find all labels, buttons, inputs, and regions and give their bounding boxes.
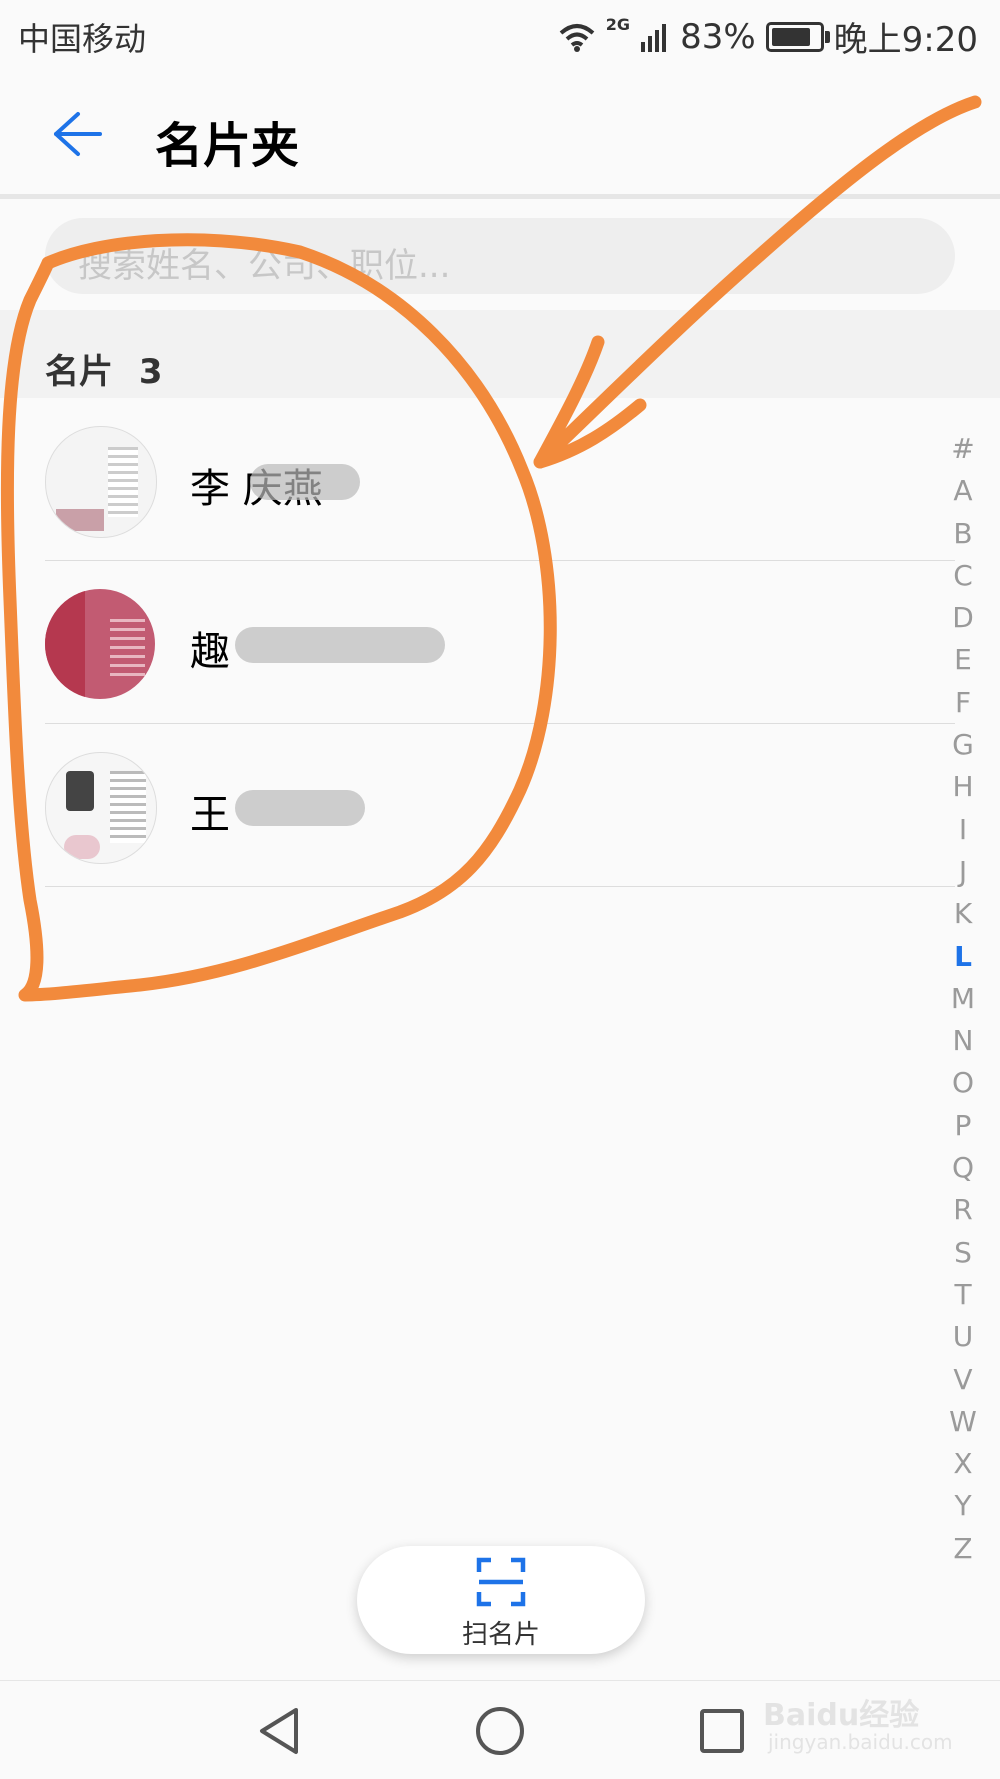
index-letter[interactable]: N: [940, 1020, 986, 1062]
nav-home-icon[interactable]: [474, 1705, 526, 1757]
index-letter[interactable]: P: [940, 1105, 986, 1147]
contact-row[interactable]: 趣: [45, 561, 955, 724]
contact-avatar: [45, 426, 157, 538]
contact-row[interactable]: 李 庆燕: [45, 398, 955, 561]
watermark-url: jingyan.baidu.com: [768, 1730, 953, 1754]
index-letter[interactable]: R: [940, 1189, 986, 1231]
index-letter[interactable]: G: [940, 724, 986, 766]
index-letter[interactable]: O: [940, 1062, 986, 1104]
index-letter[interactable]: T: [940, 1274, 986, 1316]
contact-avatar: [45, 589, 155, 699]
redaction-blur: [235, 790, 365, 826]
index-letter[interactable]: V: [940, 1359, 986, 1401]
contact-name: 王: [190, 792, 230, 838]
scan-frame-icon: [476, 1557, 526, 1607]
battery-icon: [765, 21, 830, 52]
section-count: 3: [138, 352, 163, 392]
scan-card-button[interactable]: 扫名片: [357, 1546, 645, 1654]
wifi-icon: [559, 23, 595, 52]
carrier-name: 中国移动: [18, 20, 147, 58]
index-letter[interactable]: Z: [940, 1528, 986, 1570]
index-letter[interactable]: M: [940, 978, 986, 1020]
search-placeholder: 搜索姓名、公司、职位...: [78, 246, 451, 286]
signal-icon: [641, 23, 667, 52]
index-letter[interactable]: E: [940, 639, 986, 681]
alphabet-index[interactable]: # A B C D E F G H I J K L M N O P Q R S T U V W X Y Z: [940, 428, 986, 1570]
status-bar: 中国移动 2G 83% 晚上9:20: [0, 0, 1000, 70]
index-letter[interactable]: U: [940, 1316, 986, 1358]
section-title: 名片 3: [45, 344, 163, 393]
redaction-blur: [250, 464, 360, 500]
index-letter[interactable]: Q: [940, 1147, 986, 1189]
index-letter[interactable]: J: [940, 851, 986, 893]
index-letter[interactable]: F: [940, 682, 986, 724]
index-letter[interactable]: Y: [940, 1485, 986, 1527]
contact-avatar: [45, 752, 157, 864]
index-letter[interactable]: K: [940, 893, 986, 935]
contact-name: 趣: [190, 629, 230, 675]
nav-recents-icon[interactable]: [698, 1707, 746, 1755]
index-letter[interactable]: #: [940, 428, 986, 470]
contact-row[interactable]: 王: [45, 724, 955, 887]
index-letter[interactable]: X: [940, 1443, 986, 1485]
index-letter[interactable]: I: [940, 809, 986, 851]
redaction-blur: [235, 627, 445, 663]
nav-back-icon[interactable]: [256, 1706, 302, 1756]
index-letter[interactable]: B: [940, 513, 986, 555]
index-letter[interactable]: C: [940, 555, 986, 597]
index-letter[interactable]: A: [940, 470, 986, 512]
clock: 晚上9:20: [833, 20, 978, 60]
index-letter[interactable]: D: [940, 597, 986, 639]
battery-percent: 83%: [680, 16, 756, 57]
arrow-left-icon[interactable]: [48, 106, 104, 162]
index-letter[interactable]: L: [940, 936, 986, 978]
index-letter[interactable]: H: [940, 766, 986, 808]
index-letter[interactable]: S: [940, 1232, 986, 1274]
page-title: 名片夹: [155, 118, 300, 174]
index-letter[interactable]: W: [940, 1401, 986, 1443]
app-header: 名片夹: [0, 70, 1000, 199]
section-label: 名片: [45, 352, 113, 392]
network-type: 2G: [605, 15, 631, 34]
battery-level: [771, 27, 810, 46]
baidu-watermark: Baidu经验: [763, 1698, 920, 1733]
scan-card-label: 扫名片: [461, 1620, 540, 1650]
status-icons: 2G 83% 晚上9:20: [558, 12, 978, 61]
